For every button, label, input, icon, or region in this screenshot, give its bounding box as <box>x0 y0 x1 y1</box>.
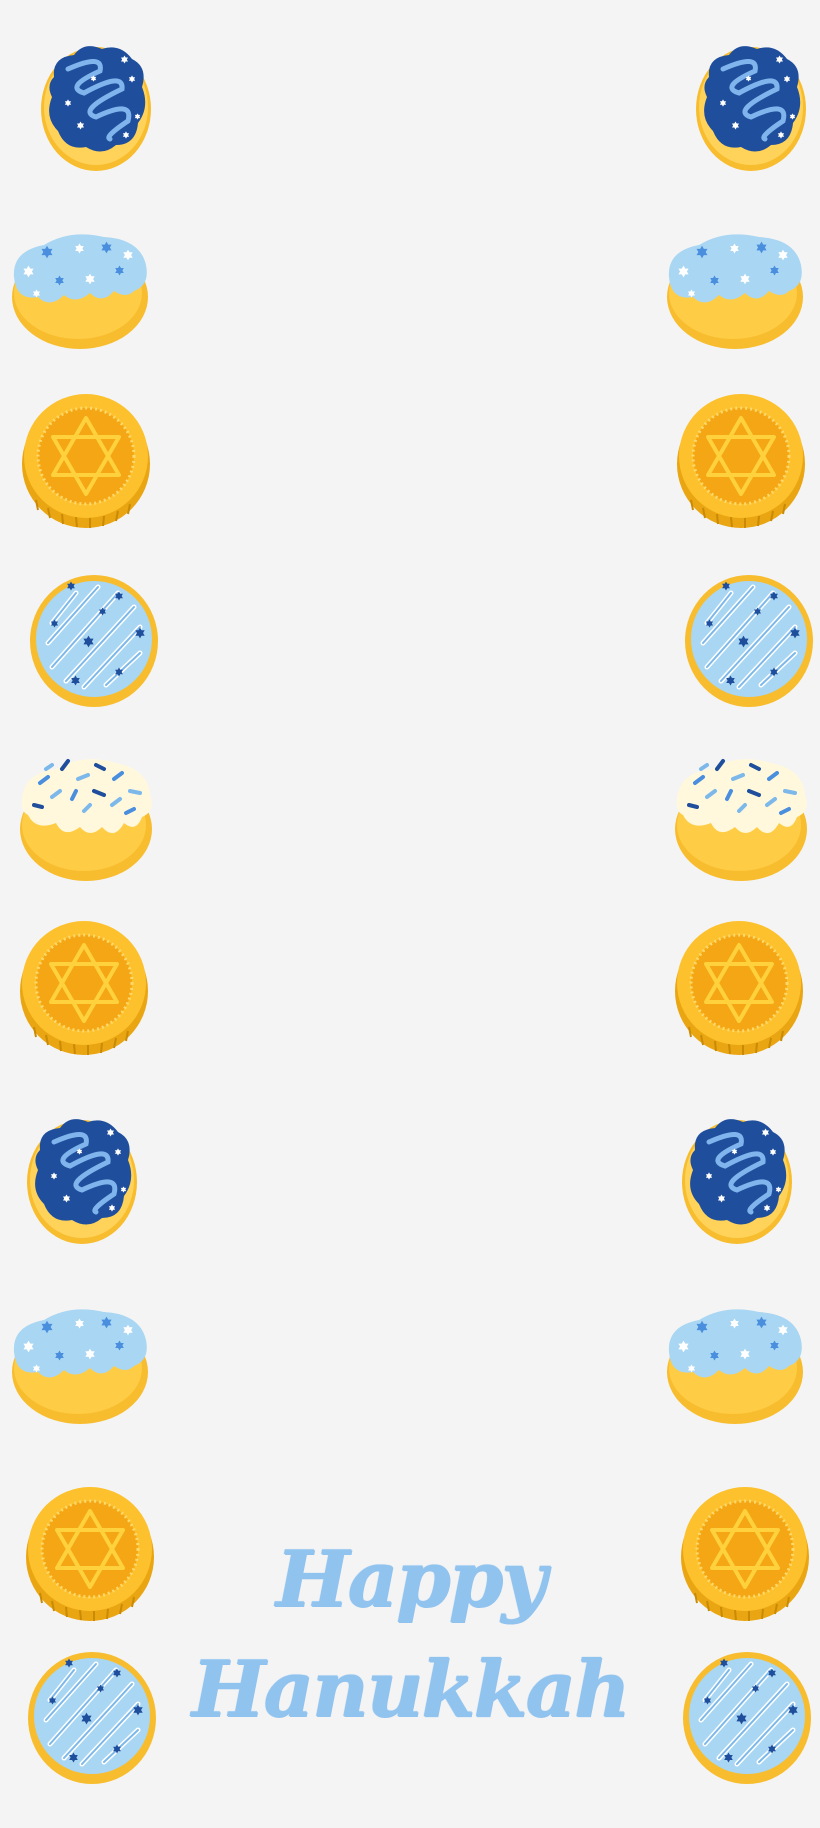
gelt-coin-icon <box>20 1473 160 1623</box>
glazed-donut-light-blue-icon <box>677 563 817 713</box>
sufganiyah-light-blue-icon <box>665 205 805 355</box>
hanukkah-greeting-card: Happy Hanukkah <box>0 0 820 1828</box>
greeting-title-area: Happy Hanukkah <box>150 1525 670 1735</box>
glazed-donut-light-blue-icon <box>20 1640 160 1790</box>
sufganiyah-white-sprinkles-icon <box>16 735 156 885</box>
right-border-column <box>665 0 805 1828</box>
gelt-coin-icon <box>14 907 154 1057</box>
sufganiyah-light-blue-icon <box>10 1280 150 1430</box>
gelt-coin-icon <box>671 380 811 530</box>
sufganiyah-light-blue-icon <box>10 205 150 355</box>
gelt-coin-icon <box>675 1473 815 1623</box>
sufganiyah-white-sprinkles-icon <box>671 735 811 885</box>
glazed-donut-light-blue-icon <box>675 1640 815 1790</box>
glazed-donut-navy-icon <box>24 27 164 177</box>
glazed-donut-navy-icon <box>10 1100 150 1250</box>
sufganiyah-light-blue-icon <box>665 1280 805 1430</box>
greeting-title: Happy Hanukkah <box>191 1534 631 1735</box>
glazed-donut-navy-icon <box>665 1100 805 1250</box>
glazed-donut-light-blue-icon <box>22 563 162 713</box>
left-border-column <box>10 0 150 1828</box>
glazed-donut-navy-icon <box>679 27 819 177</box>
gelt-coin-icon <box>16 380 156 530</box>
gelt-coin-icon <box>669 907 809 1057</box>
